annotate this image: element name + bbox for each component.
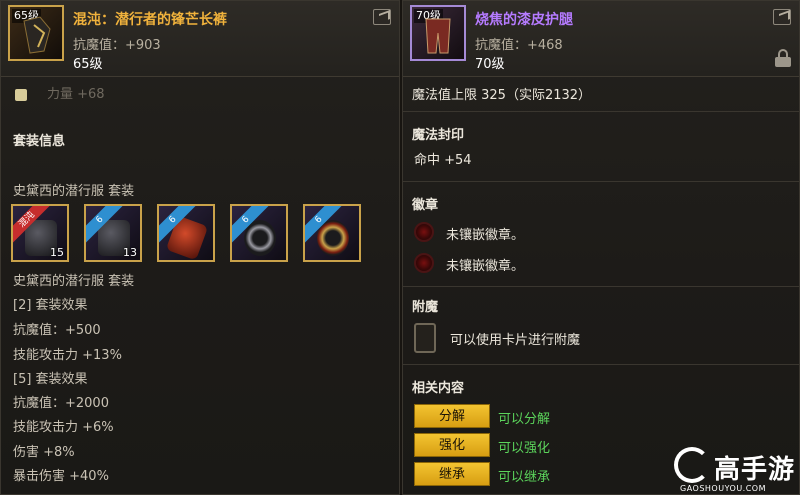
set-slot-3[interactable]: 6	[157, 204, 215, 262]
bullet-icon	[15, 89, 27, 101]
left-item-name: 混沌：潜行者的锋芒长裤	[73, 12, 227, 28]
right-item-header: 70级 烧焦的漆皮护腿 抗魔值：+468 70级	[403, 1, 799, 77]
set-slot-1[interactable]: 混沌 15	[11, 204, 69, 262]
right-item-level: 70级	[475, 57, 505, 72]
leggings-icon	[425, 18, 451, 54]
emblem-title: 徽章	[412, 198, 439, 213]
set-effect-line: 伤害 +8%	[13, 445, 75, 460]
right-item-stat: 抗魔值：+468	[475, 38, 563, 53]
left-item-tooltip: 65级 混沌：潜行者的锋芒长裤 抗魔值：+903 65级 力量 +68 套装信息…	[0, 0, 400, 495]
inherit-desc: 可以继承	[498, 470, 551, 485]
emblem-slot-1: 未镶嵌徽章。	[446, 228, 525, 243]
reinforce-desc: 可以强化	[498, 441, 551, 456]
slot-count: 15	[50, 246, 64, 259]
right-item-name: 烧焦的漆皮护腿	[475, 12, 573, 28]
watermark-text: 高手游	[714, 455, 796, 485]
set-slot-5[interactable]: 6	[303, 204, 361, 262]
emblem-slot-2: 未镶嵌徽章。	[446, 259, 525, 274]
set-effect-line: 技能攻击力 +6%	[13, 420, 114, 435]
card-slot-icon[interactable]	[414, 323, 436, 353]
share-icon[interactable]	[773, 9, 791, 25]
set-effect-line: 抗魔值：+2000	[13, 396, 109, 411]
set-slot-2[interactable]: 6 13	[84, 204, 142, 262]
emblem-socket-icon[interactable]	[414, 253, 434, 273]
watermark-url: GAOSHOUYOU.COM	[680, 484, 767, 493]
disassemble-button[interactable]: 分解	[414, 404, 490, 428]
left-item-level: 65级	[73, 57, 103, 72]
left-item-header: 65级 混沌：潜行者的锋芒长裤 抗魔值：+903 65级	[1, 1, 399, 77]
emblem-socket-icon[interactable]	[414, 222, 434, 242]
inherit-button[interactable]: 继承	[414, 462, 490, 486]
set-name: 史黛西的潜行服 套装	[13, 184, 135, 199]
reinforce-button[interactable]: 强化	[414, 433, 490, 457]
section-divider	[403, 181, 799, 182]
cut-off-stat: 力量 +68	[47, 87, 105, 102]
right-item-icon: 70级	[410, 5, 466, 61]
set-effect-line: 抗魔值：+500	[13, 323, 101, 338]
section-divider	[403, 364, 799, 365]
enchant-title: 附魔	[412, 300, 439, 315]
set-info-title: 套装信息	[13, 134, 66, 149]
mp-limit: 魔法值上限 325（实际2132）	[412, 88, 592, 103]
set-effect-line: [2] 套装效果	[13, 298, 88, 313]
left-item-icon: 65级	[8, 5, 64, 61]
slot-count: 13	[123, 246, 137, 259]
share-icon[interactable]	[373, 9, 391, 25]
armor-icon	[23, 16, 51, 54]
set-name-2: 史黛西的潜行服 套装	[13, 274, 135, 289]
section-divider	[403, 111, 799, 112]
enchant-hint: 可以使用卡片进行附魔	[450, 333, 581, 348]
set-effect-line: 技能攻击力 +13%	[13, 348, 122, 363]
related-title: 相关内容	[412, 381, 465, 396]
magic-seal-title: 魔法封印	[412, 128, 465, 143]
set-slot-4[interactable]: 6	[230, 204, 288, 262]
lock-icon[interactable]	[775, 49, 791, 67]
disassemble-desc: 可以分解	[498, 412, 551, 427]
section-divider	[403, 286, 799, 287]
left-item-stat: 抗魔值：+903	[73, 38, 161, 53]
set-effect-line: 暴击伤害 +40%	[13, 469, 109, 484]
set-effect-line: [5] 套装效果	[13, 372, 88, 387]
watermark-logo-icon	[674, 447, 710, 483]
magic-seal-value: 命中 +54	[414, 153, 472, 168]
